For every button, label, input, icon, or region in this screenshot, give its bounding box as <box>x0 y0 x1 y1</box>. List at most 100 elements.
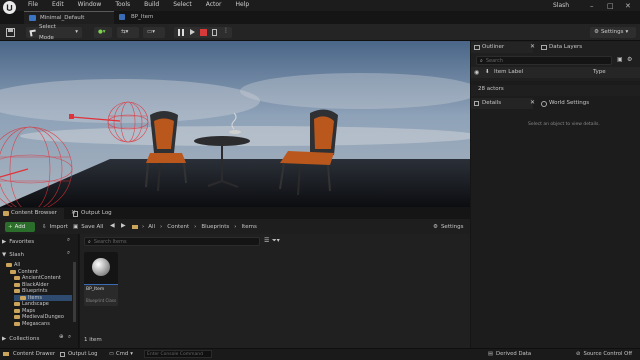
close-icon[interactable]: ✕ <box>625 2 631 10</box>
breadcrumb-all[interactable]: All <box>148 224 155 230</box>
select-mode-button[interactable]: Select Mode ▾ <box>26 24 82 41</box>
menu-tools[interactable]: Tools <box>115 1 130 8</box>
project-label: Slash <box>9 251 24 258</box>
import-button[interactable]: ⇩ Import <box>42 222 68 232</box>
close-tab-icon[interactable]: ✕ <box>530 43 535 50</box>
tree-item-ancientcontent[interactable]: AncientContent <box>14 275 61 281</box>
asset-tile-bp-item[interactable]: BP_Item Blueprint Class <box>84 252 118 306</box>
blueprint-menu-button[interactable]: ⇆▾ <box>117 27 139 38</box>
tab-data-layers[interactable]: Data Layers <box>538 42 598 53</box>
folder-icon <box>14 308 20 313</box>
eject-icon[interactable] <box>212 29 217 36</box>
tree-scrollbar[interactable] <box>73 262 76 322</box>
project-header[interactable]: ▼ Slash ⌕ <box>2 250 78 259</box>
maximize-icon[interactable]: □ <box>607 2 614 10</box>
globe-icon <box>541 101 547 107</box>
save-icon[interactable] <box>6 28 15 37</box>
collections-header[interactable]: ▶ Collections ⊕ ⌕ <box>2 334 78 343</box>
filter-menu-icon[interactable]: ☰ <box>264 237 269 244</box>
tree-item-megascans[interactable]: Megascans <box>14 321 50 327</box>
log-icon <box>73 211 78 217</box>
pause-icon[interactable] <box>178 29 180 36</box>
asset-type-bar <box>84 284 118 285</box>
unreal-logo-icon[interactable] <box>3 1 16 14</box>
search-icon[interactable]: ⌕ <box>68 334 71 341</box>
tree-item-medievaldungeo[interactable]: MedievalDungeo <box>14 314 64 320</box>
menu-help[interactable]: Help <box>236 1 250 8</box>
minimize-icon[interactable]: – <box>590 2 594 10</box>
sphere-icon <box>92 258 110 276</box>
tree-item-maps[interactable]: Maps <box>14 308 35 314</box>
column-item-label[interactable]: Item Label <box>494 69 523 75</box>
back-arrow-icon[interactable]: ◀ <box>110 222 115 229</box>
tab-outliner[interactable]: Outliner <box>471 42 533 53</box>
add-button[interactable]: + Add <box>5 222 35 232</box>
asset-search-input[interactable]: ⌕ Search Items <box>84 237 260 246</box>
menu-file[interactable]: File <box>28 1 38 8</box>
menu-actor[interactable]: Actor <box>206 1 222 8</box>
level-viewport[interactable] <box>0 41 470 207</box>
breadcrumb-content[interactable]: Content <box>167 224 189 230</box>
tree-item-items[interactable]: Items <box>14 294 72 301</box>
add-actor-button[interactable]: ●▾ <box>94 27 112 38</box>
outliner-list[interactable] <box>471 81 640 85</box>
gear-icon[interactable]: ⚙ <box>627 56 632 63</box>
tree-item-blackalder[interactable]: BlackAlder <box>14 282 49 288</box>
add-collection-icon[interactable]: ⊕ <box>59 334 64 340</box>
source-control-label: Source Control Off <box>583 351 632 357</box>
folder-icon <box>14 276 20 281</box>
play-options-icon[interactable]: ⋮ <box>223 27 229 34</box>
filter-icon[interactable]: ⏷▾ <box>272 237 280 245</box>
visibility-eye-icon[interactable]: ◉ <box>474 69 479 76</box>
cmd-dropdown[interactable]: ▭ Cmd ▾ <box>109 349 133 359</box>
cinematics-button[interactable]: ▭▾ <box>143 27 165 38</box>
folder-icon <box>3 352 9 356</box>
output-log-button[interactable]: Output Log <box>60 349 98 359</box>
plus-icon: + <box>8 224 13 230</box>
outliner-search-input[interactable]: ⌕ Search <box>476 56 612 65</box>
close-tab-icon[interactable]: ✕ <box>530 99 535 106</box>
step-icon[interactable] <box>190 29 195 35</box>
tree-item-blueprints[interactable]: Blueprints <box>14 288 47 294</box>
breadcrumb-separator: › <box>194 224 197 230</box>
forward-arrow-icon[interactable]: ▶ <box>121 222 126 229</box>
log-icon <box>60 351 65 357</box>
add-label: Add <box>14 224 26 230</box>
tree-item-content[interactable]: Content <box>10 269 38 275</box>
tab-content-browser[interactable]: Content Browser <box>0 208 64 219</box>
tab-world-settings-label: World Settings <box>549 100 590 106</box>
search-icon[interactable]: ⌕ <box>67 250 70 257</box>
menu-edit[interactable]: Edit <box>52 1 64 8</box>
settings-button[interactable]: ⚙ Settings ▾ <box>590 27 636 38</box>
content-drawer-button[interactable]: Content Drawer <box>3 349 55 359</box>
column-type[interactable]: Type <box>593 69 606 75</box>
save-all-button[interactable]: ▣ Save All <box>73 222 103 232</box>
cursor-icon <box>29 29 37 36</box>
breadcrumb-items[interactable]: Items <box>241 224 256 230</box>
tab-outliner-label: Outliner <box>482 44 505 50</box>
asset-type: Blueprint Class <box>86 298 117 303</box>
tab-output-log[interactable]: Output Log <box>70 208 130 219</box>
console-command-input[interactable]: Enter Console Command <box>144 350 212 358</box>
breadcrumb: › All › Content › Blueprints › Items <box>132 222 257 232</box>
menu-window[interactable]: Window <box>78 1 102 8</box>
tree-item-all[interactable]: All <box>6 262 20 268</box>
tab-bp-item[interactable]: BP_Item <box>115 11 175 24</box>
stop-icon[interactable] <box>200 29 207 36</box>
output-log-label: Output Log <box>68 351 98 357</box>
menu-select[interactable]: Select <box>173 1 192 8</box>
tree-item-landscape[interactable]: Landscape <box>14 301 49 307</box>
derived-data-button[interactable]: ▤ Derived Data <box>488 349 531 359</box>
source-control-button[interactable]: ⊘ Source Control Off <box>576 349 632 359</box>
menu-build[interactable]: Build <box>144 1 159 8</box>
breadcrumb-blueprints[interactable]: Blueprints <box>201 224 229 230</box>
search-icon[interactable]: ⌕ <box>67 237 70 244</box>
add-folder-icon[interactable]: ▣ <box>617 56 623 63</box>
folder-icon <box>14 282 20 287</box>
tab-details[interactable]: Details <box>471 98 533 109</box>
favorites-header[interactable]: ▶ Favorites ⌕ <box>2 237 78 246</box>
tab-world-settings[interactable]: World Settings <box>538 98 618 109</box>
cb-settings-button[interactable]: ⚙ Settings <box>433 222 464 232</box>
sort-down-icon[interactable]: ⬇ <box>485 69 490 75</box>
outliner-search-placeholder: Search <box>485 57 503 64</box>
